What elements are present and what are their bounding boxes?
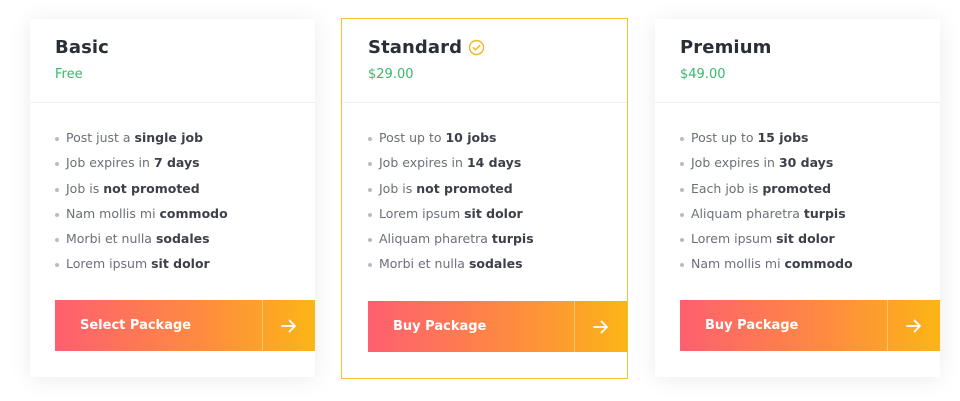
feature-item: Lorem ipsum sit dolor <box>680 229 940 254</box>
feature-item: Job expires in 7 days <box>55 153 315 178</box>
feature-item: Morbi et nulla sodales <box>368 254 627 279</box>
plan-title: Premium <box>680 36 772 58</box>
card-header: Premium $49.00 <box>655 19 940 103</box>
button-label: Buy Package <box>393 319 487 334</box>
arrow-right-icon <box>574 301 627 352</box>
arrow-right-icon <box>887 300 940 351</box>
arrow-right-icon <box>262 300 315 351</box>
plan-price: Free <box>55 67 83 82</box>
feature-item: Nam mollis mi commodo <box>680 254 940 279</box>
feature-item: Post just a single job <box>55 128 315 153</box>
feature-item: Lorem ipsum sit dolor <box>368 204 627 229</box>
pricing-card-premium: Premium $49.00 Post up to 15 jobs Job ex… <box>655 19 940 377</box>
button-label: Select Package <box>80 318 192 333</box>
feature-item: Morbi et nulla sodales <box>55 229 315 254</box>
card-header: Basic Free <box>30 19 315 103</box>
feature-item: Aliquam pharetra turpis <box>368 229 627 254</box>
pricing-card-standard: Standard $29.00 Post up to 10 jobs Job e… <box>341 18 628 379</box>
feature-item: Job is not promoted <box>55 179 315 204</box>
button-label: Buy Package <box>705 318 799 333</box>
feature-item: Aliquam pharetra turpis <box>680 204 940 229</box>
plan-price: $49.00 <box>680 67 726 82</box>
feature-item: Post up to 15 jobs <box>680 128 940 153</box>
feature-item: Each job is promoted <box>680 179 940 204</box>
feature-item: Nam mollis mi commodo <box>55 204 315 229</box>
feature-item: Job expires in 14 days <box>368 153 627 178</box>
plan-title: Standard <box>368 36 463 58</box>
check-circle-icon <box>468 39 485 56</box>
card-header: Standard $29.00 <box>342 19 627 103</box>
feature-list: Post up to 10 jobs Job expires in 14 day… <box>342 103 627 280</box>
feature-list: Post just a single job Job expires in 7 … <box>30 103 315 280</box>
buy-package-button[interactable]: Buy Package <box>368 301 627 352</box>
pricing-card-basic: Basic Free Post just a single job Job ex… <box>30 19 315 377</box>
feature-item: Lorem ipsum sit dolor <box>55 254 315 279</box>
buy-package-button[interactable]: Buy Package <box>680 300 940 351</box>
feature-item: Job expires in 30 days <box>680 153 940 178</box>
plan-price: $29.00 <box>368 67 414 82</box>
feature-item: Job is not promoted <box>368 179 627 204</box>
feature-item: Post up to 10 jobs <box>368 128 627 153</box>
select-package-button[interactable]: Select Package <box>55 300 315 351</box>
plan-title: Basic <box>55 36 109 58</box>
feature-list: Post up to 15 jobs Job expires in 30 day… <box>655 103 940 280</box>
